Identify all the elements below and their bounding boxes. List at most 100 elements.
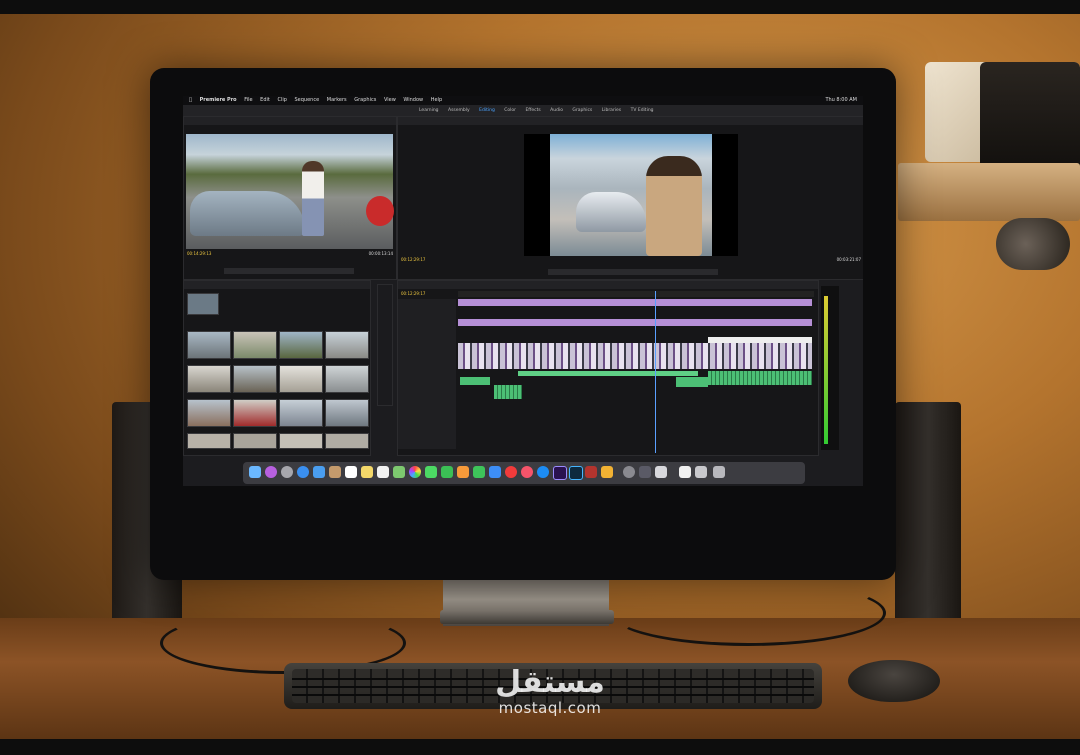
bin-clip-thumbnail[interactable] [233, 365, 277, 393]
premiere-pro-icon[interactable] [553, 466, 567, 480]
program-monitor-panel: 00:12:29:17 00:03:21:07 [397, 116, 863, 280]
program-panel-header [398, 117, 863, 125]
bin-clip-thumbnail[interactable] [279, 433, 323, 449]
bin-clip-thumbnail[interactable] [279, 399, 323, 427]
tools-panel [377, 284, 393, 406]
top-black-border [0, 0, 1080, 14]
downloads-icon[interactable] [655, 466, 667, 478]
bin-clip-thumbnail[interactable] [279, 331, 323, 359]
mac-dock [243, 462, 805, 484]
source-timecode-in: 00:14:29:13 [187, 251, 212, 256]
watermark: مستقل mostaql.com [480, 668, 620, 718]
workspace-tabs: Learning Assembly Editing Color Effects … [419, 105, 662, 116]
audio-clip-a1[interactable] [518, 371, 698, 376]
program-video-frame [524, 134, 738, 256]
bin-clip-thumbnail[interactable] [233, 331, 277, 359]
trash-icon[interactable] [713, 466, 725, 478]
menubar-clock: Thu 8:00 AM [825, 97, 857, 103]
ws-tv-editing: TV Editing [630, 108, 654, 113]
menu-clip: Clip [272, 97, 286, 103]
audio-clip-a4[interactable] [676, 377, 708, 387]
menu-graphics: Graphics [349, 97, 376, 103]
messages-icon[interactable] [425, 466, 437, 478]
menu-window: Window [398, 97, 423, 103]
ws-effects: Effects [525, 108, 541, 113]
bin-clip-thumbnail[interactable] [325, 331, 369, 359]
bin-clip-thumbnail[interactable] [187, 399, 231, 427]
facetime-icon[interactable] [441, 466, 453, 478]
app-store-icon[interactable] [537, 466, 549, 478]
bin-clip-thumbnail[interactable] [187, 365, 231, 393]
document-icon[interactable] [679, 466, 691, 478]
ws-assembly: Assembly [447, 108, 470, 113]
bin-clip-thumbnail[interactable] [279, 365, 323, 393]
ws-learning: Learning [419, 108, 439, 113]
monitor-stand-foot [440, 610, 614, 624]
bin-clip-thumbnail[interactable] [325, 399, 369, 427]
bin-clip-thumbnail[interactable] [325, 433, 369, 449]
play-icon[interactable] [639, 466, 651, 478]
right-speaker [895, 402, 961, 632]
lightroom-icon[interactable] [569, 466, 583, 480]
audio-clip-a1b[interactable] [708, 371, 812, 385]
music-icon[interactable] [521, 466, 533, 478]
news-icon[interactable] [505, 466, 517, 478]
timeline-ruler [458, 291, 814, 297]
source-monitor-panel: 00:14:29:13 00:00:13:14 [183, 116, 397, 280]
bin-clip-thumbnail[interactable] [233, 399, 277, 427]
ws-graphics: Graphics [572, 108, 593, 113]
keynote-icon[interactable] [489, 466, 501, 478]
program-video-image [550, 134, 712, 256]
audio-clip-a2[interactable] [460, 377, 490, 385]
menu-view: View [379, 97, 396, 103]
bin-clip-thumbnail[interactable] [187, 331, 231, 359]
title-clip[interactable] [708, 337, 812, 343]
ws-color: Color [504, 108, 516, 113]
program-transport-controls[interactable] [548, 269, 718, 275]
bottom-black-border [0, 739, 1080, 755]
photo-booth-icon[interactable] [585, 466, 597, 478]
timeline-panel-header [398, 281, 818, 289]
contacts-icon[interactable] [329, 466, 341, 478]
bin-clip-thumbnail[interactable] [187, 433, 231, 449]
menu-app: Premiere Pro [195, 97, 237, 103]
bin-clip-thumbnail[interactable] [233, 433, 277, 449]
bin-clip-thumbnail[interactable] [325, 365, 369, 393]
stack-icon[interactable] [695, 466, 707, 478]
video-clip-v3[interactable] [458, 299, 812, 306]
numbers-icon[interactable] [473, 466, 485, 478]
program-car-shape [576, 192, 646, 232]
source-transport-controls[interactable] [224, 268, 354, 274]
system-preferences-icon[interactable] [623, 466, 635, 478]
project-panel-header [184, 281, 370, 289]
menu-help: Help [426, 97, 442, 103]
photos-icon[interactable] [409, 466, 421, 478]
source-panel-header [184, 117, 396, 125]
audio-clip-a3[interactable] [494, 385, 522, 399]
reminders-icon[interactable] [377, 466, 389, 478]
source-person-shape [302, 161, 324, 236]
program-timecode-out: 00:03:21:07 [836, 257, 861, 262]
video-clip-v2[interactable] [458, 319, 812, 326]
source-car-shape [190, 191, 305, 236]
source-timecode-out: 00:00:13:14 [368, 251, 393, 256]
menu-sequence: Sequence [289, 97, 320, 103]
calendar-icon[interactable] [345, 466, 357, 478]
finder-icon[interactable] [249, 466, 261, 478]
program-timecode-in: 00:12:29:17 [401, 257, 426, 262]
video-clip-v1[interactable] [458, 343, 812, 369]
siri-icon[interactable] [265, 466, 277, 478]
notes-icon[interactable] [361, 466, 373, 478]
pages-icon[interactable] [457, 466, 469, 478]
monitor-screen:  Premiere Pro File Edit Clip Sequence M… [183, 96, 863, 486]
timeline-timecode: 00:12:29:17 [401, 291, 426, 296]
timeline-playhead[interactable] [655, 291, 656, 453]
maps-icon[interactable] [393, 466, 405, 478]
wall-shelf [898, 163, 1080, 221]
source-red-object [366, 196, 394, 226]
launchpad-icon[interactable] [281, 466, 293, 478]
finder-folder-icon[interactable] [601, 466, 613, 478]
bin-preview-thumbnail [187, 293, 219, 315]
safari-icon[interactable] [297, 466, 309, 478]
mail-icon[interactable] [313, 466, 325, 478]
